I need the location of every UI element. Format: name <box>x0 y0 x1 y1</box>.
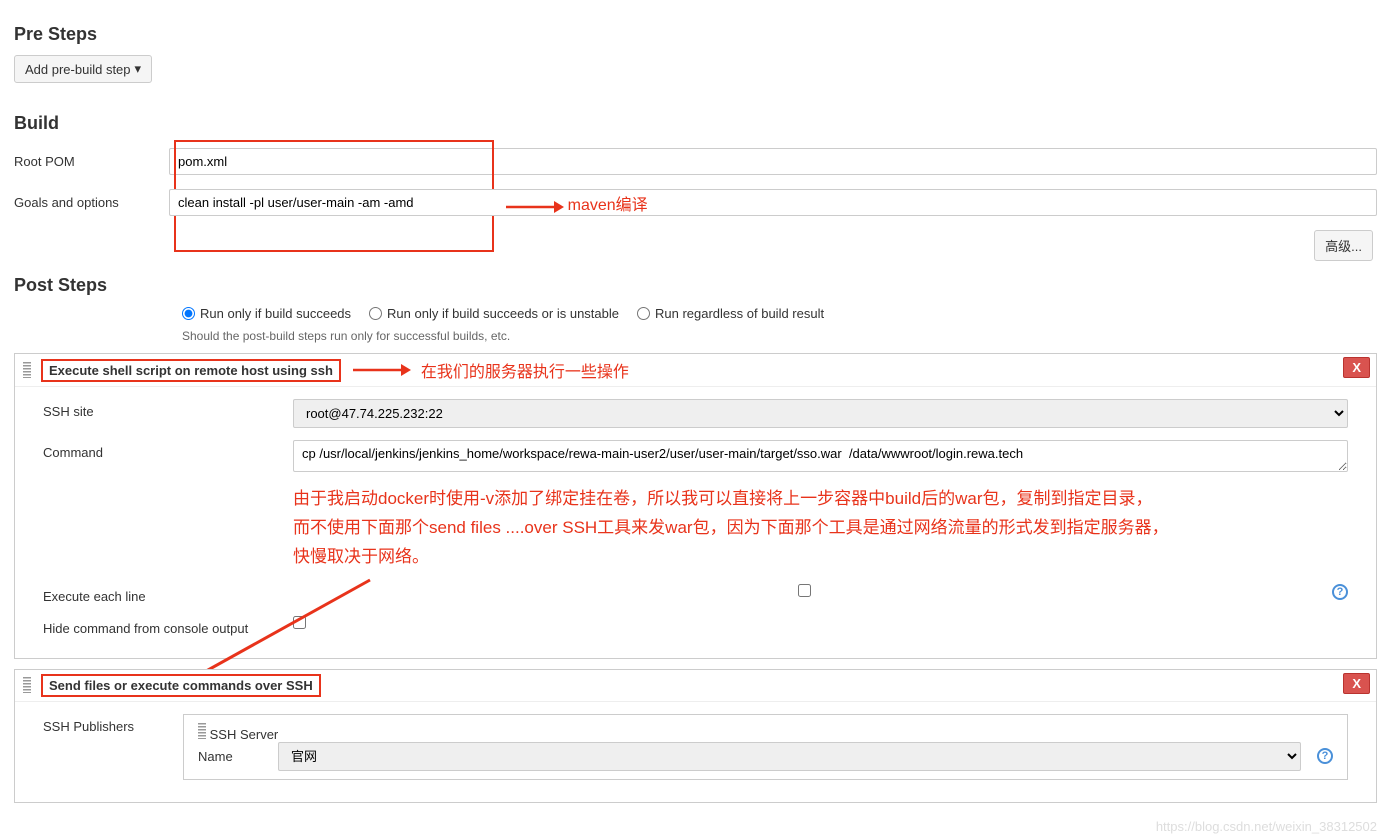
goals-options-input[interactable] <box>169 189 1377 216</box>
command-textarea[interactable]: cp /usr/local/jenkins/jenkins_home/works… <box>293 440 1348 472</box>
delete-execute-shell-button[interactable]: X <box>1343 357 1370 378</box>
post-steps-heading: Post Steps <box>14 275 1377 296</box>
radio-run-succeeds-input[interactable] <box>182 307 195 320</box>
advanced-button[interactable]: 高级... <box>1314 230 1373 261</box>
add-pre-build-step-button[interactable]: Add pre-build step ▾ <box>14 55 152 83</box>
radio-run-regardless-input[interactable] <box>637 307 650 320</box>
build-heading: Build <box>14 113 1377 134</box>
drag-handle-icon[interactable] <box>23 362 31 378</box>
hide-command-checkbox[interactable] <box>293 616 306 629</box>
command-note-line3: 快慢取决于网络。 <box>293 547 429 566</box>
command-note-line1: 由于我启动docker时使用-v添加了绑定挂在卷，所以我可以直接将上一步容器中b… <box>293 489 1153 508</box>
delete-send-files-button[interactable]: X <box>1343 673 1370 694</box>
radio-run-unstable[interactable]: Run only if build succeeds or is unstabl… <box>369 306 619 321</box>
ssh-publishers-label: SSH Publishers <box>43 714 173 734</box>
execute-shell-step: X Execute shell script on remote host us… <box>14 353 1377 659</box>
execute-shell-title: Execute shell script on remote host usin… <box>49 363 333 378</box>
radio-run-unstable-input[interactable] <box>369 307 382 320</box>
hide-command-label: Hide command from console output <box>43 616 283 636</box>
maven-note: maven编译 <box>568 197 648 214</box>
send-files-step: X Send files or execute commands over SS… <box>14 669 1377 803</box>
execute-each-line-label: Execute each line <box>43 584 283 604</box>
root-pom-label: Root POM <box>14 148 169 169</box>
radio-run-regardless[interactable]: Run regardless of build result <box>637 306 824 321</box>
ssh-name-select[interactable]: 官网 <box>278 742 1301 771</box>
ssh-server-label: SSH Server <box>210 727 279 742</box>
chevron-down-icon: ▾ <box>135 61 142 77</box>
drag-handle-icon[interactable] <box>198 723 206 739</box>
add-pre-build-step-label: Add pre-build step <box>25 62 131 77</box>
command-note-line2: 而不使用下面那个send files ....over SSH工具来发war包，… <box>293 518 1169 537</box>
post-steps-help: Should the post-build steps run only for… <box>182 329 1377 343</box>
ssh-name-label: Name <box>198 749 268 764</box>
root-pom-input[interactable] <box>169 148 1377 175</box>
arrow-right-icon <box>351 360 411 380</box>
drag-handle-icon[interactable] <box>23 677 31 693</box>
help-icon[interactable]: ? <box>1317 748 1333 764</box>
watermark: https://blog.csdn.net/weixin_38312502 <box>1156 819 1377 834</box>
send-files-title-box: Send files or execute commands over SSH <box>41 674 321 697</box>
goals-options-label: Goals and options <box>14 189 169 210</box>
ssh-site-select[interactable]: root@47.74.225.232:22 <box>293 399 1348 428</box>
execute-shell-title-box: Execute shell script on remote host usin… <box>41 359 341 382</box>
execute-each-line-checkbox[interactable] <box>798 584 811 597</box>
command-label: Command <box>43 440 283 460</box>
pre-steps-heading: Pre Steps <box>14 24 1377 45</box>
send-files-title: Send files or execute commands over SSH <box>49 678 313 693</box>
help-icon[interactable]: ? <box>1332 584 1348 600</box>
ssh-site-label: SSH site <box>43 399 283 419</box>
arrow-right-icon <box>504 197 564 217</box>
exec-shell-note: 在我们的服务器执行一些操作 <box>421 358 629 382</box>
radio-run-succeeds[interactable]: Run only if build succeeds <box>182 306 351 321</box>
